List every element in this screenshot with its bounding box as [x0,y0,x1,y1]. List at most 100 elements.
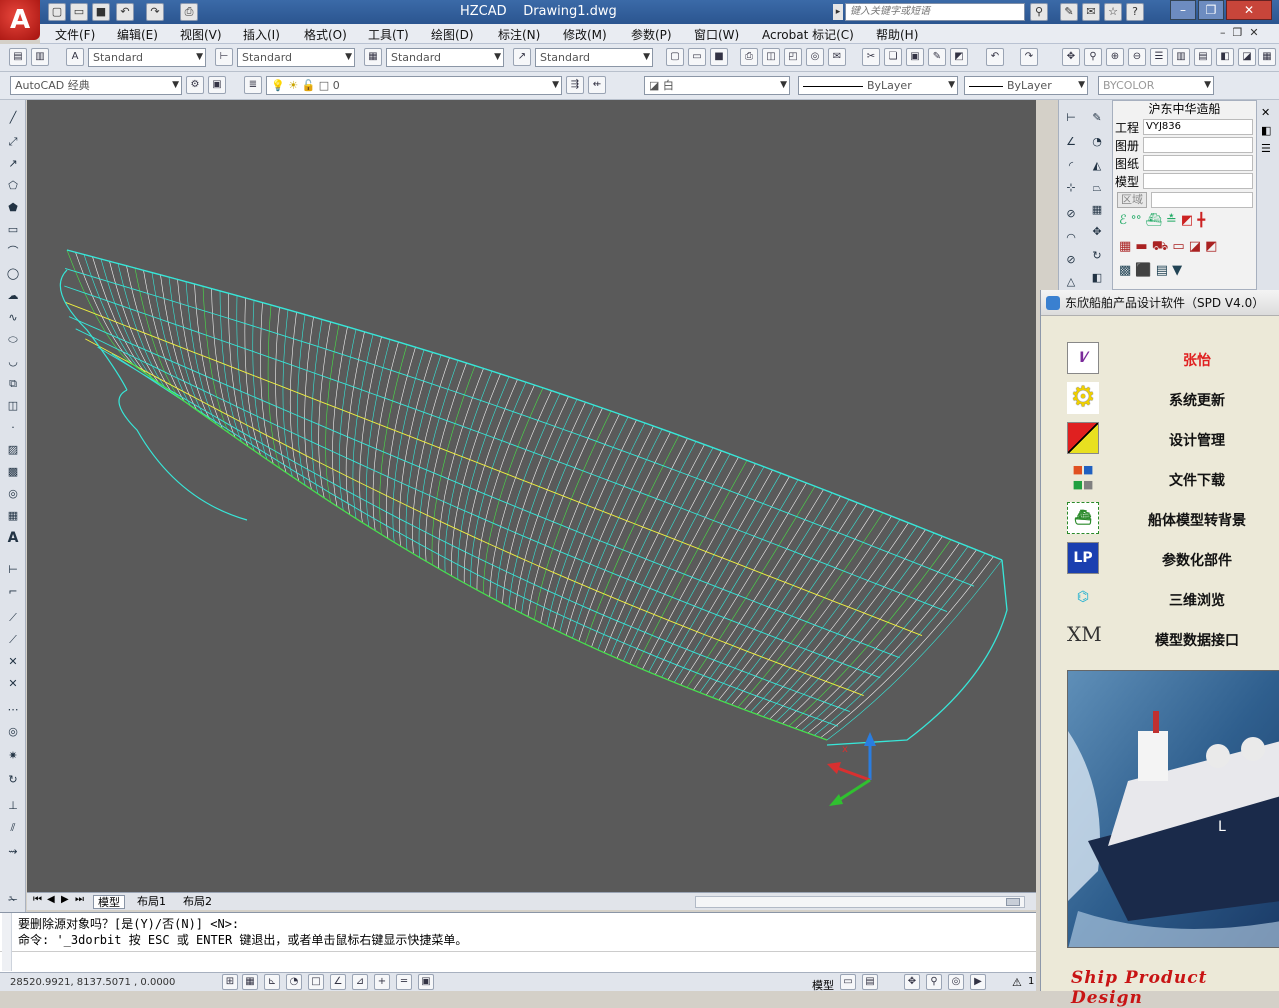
zoom-status-icon[interactable]: ⚲ [926,974,942,990]
redo-button-icon[interactable]: ↷ [1020,48,1038,66]
open-file-icon[interactable]: ▭ [688,48,706,66]
center-mark-icon[interactable]: △ [1061,272,1081,292]
lweight-toggle-icon[interactable]: ═ [396,974,412,990]
pentagon-icon[interactable]: ⬟ [3,198,23,218]
table-style-select[interactable]: Standard ▼ [386,48,504,67]
orbit-icon[interactable]: ↻ [1087,246,1107,266]
search-binoculars-icon[interactable]: ⚲ [1030,3,1048,21]
book-value[interactable] [1143,137,1253,153]
ellipse-arc-icon[interactable]: ◡ [3,352,23,372]
erase-icon[interactable]: ⟋ [3,608,23,628]
match-properties-icon[interactable]: ✎ [928,48,946,66]
3dprint-icon[interactable]: ◎ [806,48,824,66]
polyline-icon[interactable]: ↗ [3,154,23,174]
angle-icon[interactable]: ∠ [1061,132,1081,152]
drawing-viewport[interactable]: x [27,100,1036,892]
workspace-settings-icon[interactable]: ⚙ [186,76,204,94]
gradient-icon[interactable]: ▩ [3,462,23,482]
region-field[interactable] [1151,192,1253,208]
mirror-icon[interactable]: ✕ [3,652,23,672]
pdf-export-icon[interactable]: ▥ [31,48,49,66]
command-input[interactable] [0,951,1036,972]
view-3d-icon[interactable]: ◔ [1087,132,1107,152]
aligned-dim-icon[interactable]: ⌐ [3,582,23,602]
save-icon[interactable]: ■ [92,3,110,21]
tab-nav-next-icon[interactable]: ▶ [61,894,69,905]
application-menu-icon[interactable]: A [0,0,40,40]
ordinate-icon[interactable]: ⊹ [1061,178,1081,198]
panel-pin-icon[interactable]: ◧ [1261,124,1271,137]
insert-block-icon[interactable]: ⧉ [3,374,23,394]
lineweight-select[interactable]: ByLayer ▼ [964,76,1088,95]
make-block-icon[interactable]: ◫ [3,396,23,416]
sheet-set-icon[interactable]: ◧ [1216,48,1234,66]
move-view-icon[interactable]: ✥ [1087,222,1107,242]
tool-palettes-icon[interactable]: ▤ [1194,48,1212,66]
linetype-select[interactable]: ByLayer ▼ [798,76,958,95]
properties-icon[interactable]: ☰ [1150,48,1168,66]
menu-insert[interactable]: 插入(I) [243,26,280,43]
publish-icon[interactable]: ◰ [784,48,802,66]
make-current-layer-icon[interactable]: ⇶ [566,76,584,94]
subscription-icon[interactable]: ✎ [1060,3,1078,21]
tab-model[interactable]: 模型 [93,895,125,909]
spd-file-download[interactable]: ■■ ■■ 文件下载 [1067,460,1267,496]
line-icon[interactable]: ╱ [3,108,23,128]
panel-tool-row3[interactable]: ▩ ⬛ ▤ ▼ [1119,263,1182,278]
rotate-icon[interactable]: ✷ [3,746,23,766]
hatch-icon[interactable]: ▨ [3,440,23,460]
tab-layout1[interactable]: 布局1 [133,895,170,909]
annotation-scale-icon[interactable]: ⚠ [1012,976,1022,989]
polygon-icon[interactable]: ⬠ [3,176,23,196]
copy-object-icon[interactable]: ⟋ [3,630,23,650]
spd-hull-to-background[interactable]: ⛴ 船体模型转背景 [1067,500,1267,536]
spd-system-update[interactable]: ⚙ 系统更新 [1067,380,1267,416]
jogged-icon[interactable]: ⊘ [1061,250,1081,270]
cube-icon[interactable]: ◧ [1087,268,1107,288]
undo-button-icon[interactable]: ↶ [986,48,1004,66]
layer-previous-icon[interactable]: ⇷ [588,76,606,94]
favorites-icon[interactable]: ☆ [1104,3,1122,21]
layer-select[interactable]: 💡 ☀ 🔓 □ 0 ▼ [266,76,562,95]
table-icon[interactable]: ▦ [3,506,23,526]
brush-icon[interactable]: ✎ [1087,108,1107,128]
command-grip[interactable] [2,913,12,971]
layout-viewports-icon[interactable]: ▭ [840,974,856,990]
panel-menu-icon[interactable]: ☰ [1261,142,1271,155]
dim-style-select[interactable]: Standard ▼ [237,48,355,67]
save-file-icon[interactable]: ■ [710,48,728,66]
scroll-thumb[interactable] [1006,898,1020,906]
open-icon[interactable]: ▭ [70,3,88,21]
help-icon[interactable]: ? [1126,3,1144,21]
radius-icon[interactable]: ◜ [1061,156,1081,176]
trim-icon[interactable]: ⫽ [3,818,23,838]
spd-design-management[interactable]: 设计管理 [1067,420,1267,456]
showmotion-icon[interactable]: ▶ [970,974,986,990]
offset-icon[interactable]: ✕ [3,674,23,694]
steering-wheel-icon[interactable]: ◎ [948,974,964,990]
plot-style-select[interactable]: BYCOLOR ▼ [1098,76,1214,95]
circle-icon[interactable]: ◯ [3,264,23,284]
dist-icon[interactable]: ⊢ [1061,108,1081,128]
point-icon[interactable]: · [3,418,23,438]
restore-button[interactable]: ❐ [1198,0,1224,20]
menu-modify[interactable]: 修改(M) [563,26,607,43]
stretch-icon[interactable]: ⊥ [3,796,23,816]
ducs-toggle-icon[interactable]: ⊿ [352,974,368,990]
polar-toggle-icon[interactable]: ◔ [286,974,302,990]
mleader-style-select[interactable]: Standard ▼ [535,48,653,67]
tab-nav-prev-icon[interactable]: ◀ [47,894,55,905]
move-icon[interactable]: ◎ [3,722,23,742]
communication-icon[interactable]: ✉ [1082,3,1100,21]
dim-style-icon[interactable]: ⊢ [215,48,233,66]
zoom-realtime-icon[interactable]: ⚲ [1084,48,1102,66]
menu-draw[interactable]: 绘图(D) [431,26,474,43]
etransmit-icon[interactable]: ✉ [828,48,846,66]
menu-edit[interactable]: 编辑(E) [117,26,158,43]
markup-icon[interactable]: ◪ [1238,48,1256,66]
qp-toggle-icon[interactable]: ▣ [418,974,434,990]
workspace-save-icon[interactable]: ▣ [208,76,226,94]
pan-status-icon[interactable]: ✥ [904,974,920,990]
panel-close-icon[interactable]: ✕ [1261,106,1270,119]
model-value[interactable] [1143,173,1253,189]
